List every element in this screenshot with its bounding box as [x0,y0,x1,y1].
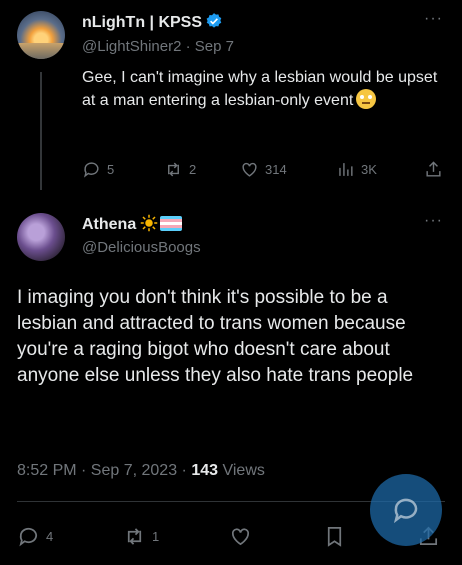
like-count: 314 [265,162,287,177]
tweet-actions: 5 2 314 3K [82,160,452,182]
repost-icon [168,162,179,177]
author-name[interactable]: Athena [82,214,183,234]
author-name-text: Athena [82,216,137,233]
avatar[interactable] [17,11,65,59]
chat-bubble-icon [393,498,418,524]
more-options-button[interactable]: ··· [424,212,443,230]
thread-connector-line [40,72,42,190]
author-name-text: nLighTn | KPSS [82,14,203,31]
repost-count: 1 [152,529,160,544]
share-icon [426,161,441,177]
author-handle[interactable]: @DeliciousBoogs [82,239,201,256]
author-handle[interactable]: @LightShiner2 [82,38,181,55]
reply-button[interactable]: 5 [82,160,114,179]
bookmark-icon [327,527,342,547]
reply-count: 4 [46,529,54,544]
face-with-rolling-eyes-icon [356,89,377,109]
transgender-flag-icon [160,216,183,231]
tweet-text-content: Gee, I can't imagine why a lesbian would… [82,69,438,109]
views-button[interactable]: 3K [336,160,377,179]
tweet-date[interactable]: · Sep 7 [186,38,234,55]
views-label: Views [222,462,265,479]
view-count: 143 [191,462,219,479]
like-button[interactable] [229,525,258,548]
tweet-timestamp[interactable]: 8:52 PM · Sep 7, 2023 · [17,462,187,479]
share-button[interactable] [424,160,449,179]
reply-count: 5 [107,162,115,177]
reply-icon [83,162,99,178]
more-options-button[interactable]: ··· [424,10,443,28]
tweet-text: Gee, I can't imagine why a lesbian would… [82,67,452,112]
reply-button[interactable]: 4 [17,525,53,548]
repost-button[interactable]: 1 [123,525,159,548]
heart-icon [231,528,250,546]
view-count: 3K [361,162,377,177]
bookmark-button[interactable] [323,525,352,548]
like-button[interactable]: 314 [240,160,287,179]
avatar[interactable] [17,213,65,261]
analytics-icon [339,163,353,176]
repost-count: 2 [189,162,197,177]
verified-badge-icon [206,13,222,28]
compose-reply-button[interactable] [370,474,442,546]
author-handle-row: @LightShiner2 · Sep 7 [82,38,234,55]
heart-icon [242,162,257,177]
tweet-meta: 8:52 PM · Sep 7, 2023 · 143 Views [17,462,265,480]
tweet-text: I imaging you don't think it's possible … [17,287,414,386]
repost-button[interactable]: 2 [164,160,196,179]
repost-icon [127,528,142,545]
sun-icon [140,214,158,232]
author-name[interactable]: nLighTn | KPSS [82,12,223,32]
reply-icon [19,527,38,547]
